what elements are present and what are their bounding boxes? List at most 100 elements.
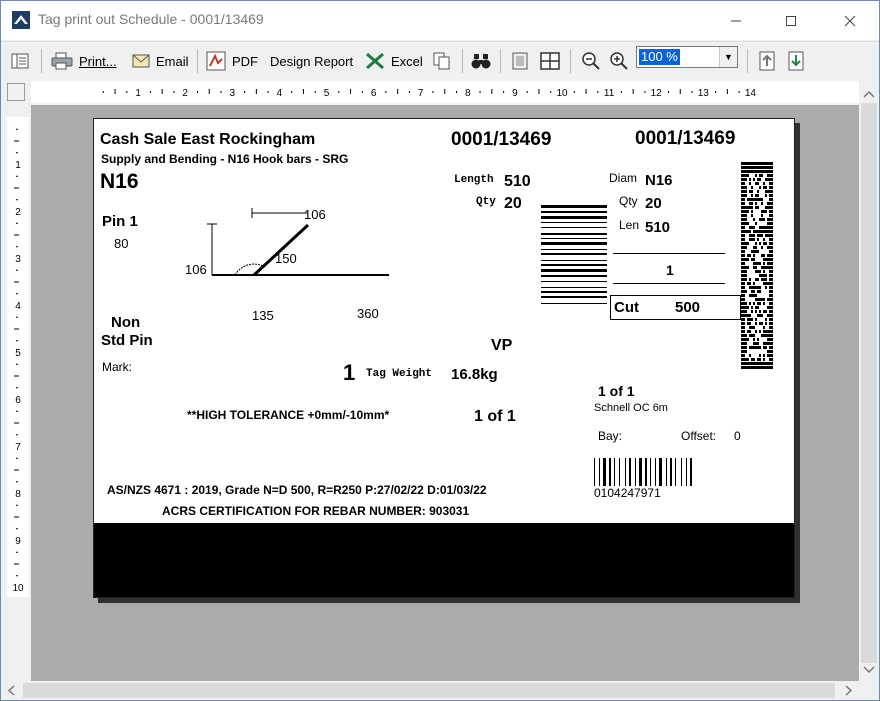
barcode-module [769,298,771,301]
barcode-module [759,226,761,229]
barcode-module [763,170,765,173]
barcode-module [761,314,763,317]
excel-button[interactable]: Excel [365,51,423,71]
barcode-module [771,222,773,225]
barcode-module [767,258,769,261]
barcode-module [741,250,743,253]
barcode-module [769,322,771,325]
export-up-button[interactable] [758,51,776,71]
barcode-module [745,174,747,177]
barcode-module [763,298,765,301]
barcode-module [757,194,759,197]
close-button[interactable] [827,1,873,40]
barcode-bar [619,458,620,486]
barcode-module [741,362,743,365]
zoom-in-button[interactable] [609,51,629,71]
horizontal-scrollbar[interactable] [1,681,859,700]
barcode-module [745,302,747,305]
ruler-label: 6 [371,88,377,99]
scroll-thumb[interactable] [861,103,877,663]
barcode-module [743,358,745,361]
chevron-down-icon[interactable]: ▼ [719,47,737,67]
scroll-left-icon[interactable] [3,681,21,700]
print-button[interactable]: Print... [51,51,117,71]
barcode-module [747,198,749,201]
vertical-scrollbar[interactable] [859,81,879,681]
barcode-bar [541,233,607,235]
barcode-bar [541,253,607,255]
maximize-button[interactable] [768,1,814,40]
excel-label: Excel [391,53,423,69]
barcode-module [741,366,743,369]
barcode-module [743,218,745,221]
barcode-module [763,186,765,189]
barcode-module [753,254,755,257]
barcode-module [759,166,761,169]
scroll-down-icon[interactable] [859,661,879,679]
barcode-module [771,362,773,365]
copy-button[interactable] [433,51,451,71]
ruler-label: 8 [465,88,471,99]
zoom-select[interactable]: 100 % ▼ [636,46,738,68]
ruler-tick [644,91,646,93]
ruler-tick [585,89,587,94]
barcode-module [771,242,773,245]
page-setup-button[interactable] [11,51,29,71]
ruler-tick [361,91,363,93]
barcode-module [755,362,757,365]
barcode-bar [541,275,607,277]
email-button[interactable]: Email [132,51,189,71]
barcode-module [753,290,755,293]
minimize-button[interactable] [713,1,759,40]
barcode-module [769,238,771,241]
app-window: Tag print out Schedule - 0001/13469 Prin… [0,0,880,701]
barcode-bar [609,458,611,486]
barcode-module [749,354,751,357]
barcode-module [741,318,743,321]
len-label: Len [619,218,640,232]
barcode-module [741,258,743,261]
barcode-bar [645,458,647,486]
barcode-module [753,262,755,265]
bundle-number: 1 [666,262,674,278]
ruler-tick [338,91,340,93]
pdf-button[interactable]: PDF [206,51,258,71]
barcode-module [771,298,773,301]
barcode-module [743,270,745,273]
barcode-module [771,258,773,261]
ruler-tick [16,363,18,365]
barcode-module [747,230,749,233]
barcode-bar [675,458,676,486]
barcode-module [741,326,743,329]
barcode-module [753,342,755,345]
barcode-module [745,242,747,245]
barcode-module [765,170,767,173]
barcode-module [759,354,761,357]
barcode-module [741,214,743,217]
zoom-out-button[interactable] [581,51,601,71]
scroll-right-icon[interactable] [839,681,857,700]
vp-label: VP [491,337,513,354]
barcode-module [741,350,743,353]
barcode-module [749,362,751,365]
barcode-module [747,162,749,165]
scroll-thumb[interactable] [23,683,835,698]
single-page-button[interactable] [511,51,529,71]
barcode-module [767,190,769,193]
barcode-module [771,206,773,209]
ruler-label: 4 [15,301,21,312]
design-report-button[interactable]: Design Report [270,51,353,71]
barcode-module [749,326,751,329]
barcode-module [755,242,757,245]
tag-number-center: 0001/13469 [451,129,552,150]
multi-page-button[interactable] [540,51,560,71]
export-down-button[interactable] [787,51,805,71]
ruler-tick [16,128,18,130]
find-button[interactable] [471,51,491,71]
barcode-module [757,298,759,301]
barcode-module [747,258,749,261]
barcode-module [759,302,761,305]
scroll-up-icon[interactable] [859,85,879,103]
barcode-module [741,234,743,237]
barcode-module [763,354,765,357]
